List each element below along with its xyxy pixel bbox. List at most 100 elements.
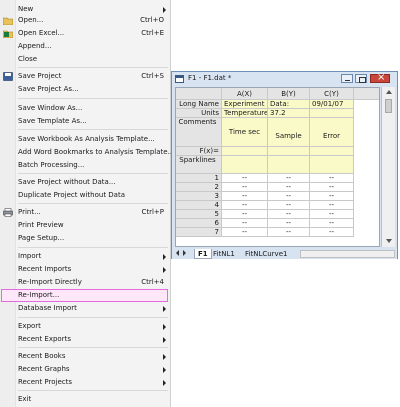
menu-item-label: Save Workbook As Analysis Template... — [18, 135, 155, 143]
menu-item-open[interactable]: Open... Ctrl+O — [0, 14, 170, 27]
vertical-scrollbar[interactable] — [381, 87, 395, 247]
menu-item-label: Print Preview — [18, 221, 64, 229]
sparkline-cell[interactable] — [222, 156, 268, 174]
menu-item-close[interactable]: Close — [0, 53, 170, 66]
column-header[interactable]: B(Y) — [268, 88, 310, 100]
formula-cell[interactable] — [222, 147, 268, 156]
corner-cell[interactable] — [176, 88, 222, 100]
menu-item-add-word-bookmarks[interactable]: Add Word Bookmarks to Analysis Template.… — [0, 146, 174, 159]
menu-item-re-import[interactable]: Re-Import... — [1, 289, 168, 302]
data-cell[interactable]: -- — [310, 183, 354, 192]
comments-cell[interactable]: Sample — [268, 118, 310, 147]
data-cell[interactable]: -- — [222, 210, 268, 219]
data-cell[interactable]: -- — [268, 201, 310, 210]
sheet-tab-fitnlcurve1[interactable]: FitNLCurve1 — [242, 249, 290, 259]
data-cell[interactable]: -- — [268, 210, 310, 219]
tab-nav-prev-icon[interactable] — [176, 250, 179, 256]
row-label[interactable]: Units — [176, 109, 222, 118]
menu-item-batch-processing[interactable]: Batch Processing... — [0, 159, 170, 172]
long-name-cell[interactable]: Data: — [268, 100, 310, 109]
column-header[interactable]: A(X) — [222, 88, 268, 100]
menu-item-label: Open Excel... — [18, 29, 65, 37]
long-name-cell[interactable]: Experiment — [222, 100, 268, 109]
scroll-thumb[interactable] — [385, 99, 392, 113]
units-cell[interactable] — [310, 109, 354, 118]
menu-item-label: Add Word Bookmarks to Analysis Template.… — [18, 148, 175, 156]
data-cell[interactable]: -- — [222, 228, 268, 237]
menu-item-label: Save Project without Data... — [18, 178, 116, 186]
row-number[interactable]: 5 — [176, 210, 222, 219]
menu-item-page-setup[interactable]: Page Setup... — [0, 232, 170, 245]
data-cell[interactable]: -- — [222, 219, 268, 228]
menu-item-print-preview[interactable]: Print Preview — [0, 219, 170, 232]
menu-item-save-window-as[interactable]: Save Window As... — [0, 102, 170, 115]
units-cell[interactable]: 37.2 — [268, 109, 310, 118]
column-header[interactable]: C(Y) — [310, 88, 354, 100]
scroll-up-icon[interactable] — [386, 90, 392, 94]
menu-item-print[interactable]: Print... Ctrl+P — [0, 206, 170, 219]
horizontal-scrollbar[interactable] — [300, 250, 395, 258]
long-name-cell[interactable]: 09/01/07 — [310, 100, 354, 109]
data-cell[interactable]: -- — [222, 192, 268, 201]
row-label[interactable]: Long Name — [176, 100, 222, 109]
sheet-tab-f1[interactable]: F1 — [194, 249, 212, 259]
menu-item-save-workbook-analysis-template[interactable]: Save Workbook As Analysis Template... — [0, 133, 170, 146]
data-cell[interactable]: -- — [268, 219, 310, 228]
menu-item-label: Page Setup... — [18, 234, 65, 242]
maximize-button[interactable] — [355, 74, 367, 83]
sparkline-cell[interactable] — [268, 156, 310, 174]
menu-item-import[interactable]: Import — [0, 250, 170, 263]
row-number[interactable]: 4 — [176, 201, 222, 210]
menu-item-save-project[interactable]: Save Project Ctrl+S — [0, 70, 170, 83]
row-number[interactable]: 1 — [176, 174, 222, 183]
menu-item-open-excel[interactable]: Open Excel... Ctrl+E — [0, 27, 170, 40]
comments-cell[interactable]: Error — [310, 118, 354, 147]
row-number[interactable]: 7 — [176, 228, 222, 237]
scroll-down-icon[interactable] — [386, 239, 392, 243]
units-cell[interactable]: Temperature: — [222, 109, 268, 118]
data-cell[interactable]: -- — [310, 228, 354, 237]
menu-item-recent-graphs[interactable]: Recent Graphs — [0, 363, 170, 376]
menu-item-save-project-without-data[interactable]: Save Project without Data... — [0, 176, 170, 189]
minimize-button[interactable] — [341, 74, 353, 83]
menu-item-export[interactable]: Export — [0, 320, 170, 333]
window-titlebar[interactable]: F1 - F1.dat * — [172, 72, 397, 86]
menu-item-re-import-directly[interactable]: Re-Import Directly Ctrl+4 — [0, 276, 170, 289]
menu-item-database-import[interactable]: Database Import — [0, 302, 170, 315]
menu-item-recent-imports[interactable]: Recent Imports — [0, 263, 170, 276]
data-cell[interactable]: -- — [310, 174, 354, 183]
sheet-tab-fitnl1[interactable]: FitNL1 — [210, 249, 238, 259]
row-number[interactable]: 3 — [176, 192, 222, 201]
close-button[interactable] — [370, 72, 390, 83]
menu-item-recent-books[interactable]: Recent Books — [0, 350, 170, 363]
row-label[interactable]: F(x)= — [176, 147, 222, 156]
menu-item-exit[interactable]: Exit — [0, 393, 170, 406]
data-cell[interactable]: -- — [268, 228, 310, 237]
comments-cell[interactable]: Time sec — [222, 118, 268, 147]
menu-item-save-template-as[interactable]: Save Template As... — [0, 115, 170, 128]
row-number[interactable]: 6 — [176, 219, 222, 228]
data-cell[interactable]: -- — [310, 192, 354, 201]
menu-item-recent-exports[interactable]: Recent Exports — [0, 333, 170, 346]
data-cell[interactable]: -- — [310, 219, 354, 228]
data-cell[interactable]: -- — [268, 192, 310, 201]
formula-cell[interactable] — [310, 147, 354, 156]
data-cell[interactable]: -- — [268, 174, 310, 183]
data-cell[interactable]: -- — [310, 210, 354, 219]
row-label[interactable]: Sparklines — [176, 156, 222, 174]
row-label[interactable]: Comments — [176, 118, 222, 147]
data-cell[interactable]: -- — [222, 201, 268, 210]
data-cell[interactable]: -- — [222, 183, 268, 192]
sparkline-cell[interactable] — [310, 156, 354, 174]
formula-cell[interactable] — [268, 147, 310, 156]
data-cell[interactable]: -- — [222, 174, 268, 183]
data-cell[interactable]: -- — [268, 183, 310, 192]
menu-item-append[interactable]: Append... — [0, 40, 170, 53]
menu-item-recent-projects[interactable]: Recent Projects — [0, 376, 170, 389]
tab-nav-next-icon[interactable] — [183, 250, 186, 256]
data-cell[interactable]: -- — [310, 201, 354, 210]
menu-item-duplicate-project-without-data[interactable]: Duplicate Project without Data — [0, 189, 170, 202]
row-number[interactable]: 2 — [176, 183, 222, 192]
workbook-window: F1 - F1.dat * A(X) B(Y) C(Y) Long Name E… — [171, 71, 398, 259]
menu-item-save-project-as[interactable]: Save Project As... — [0, 83, 170, 96]
